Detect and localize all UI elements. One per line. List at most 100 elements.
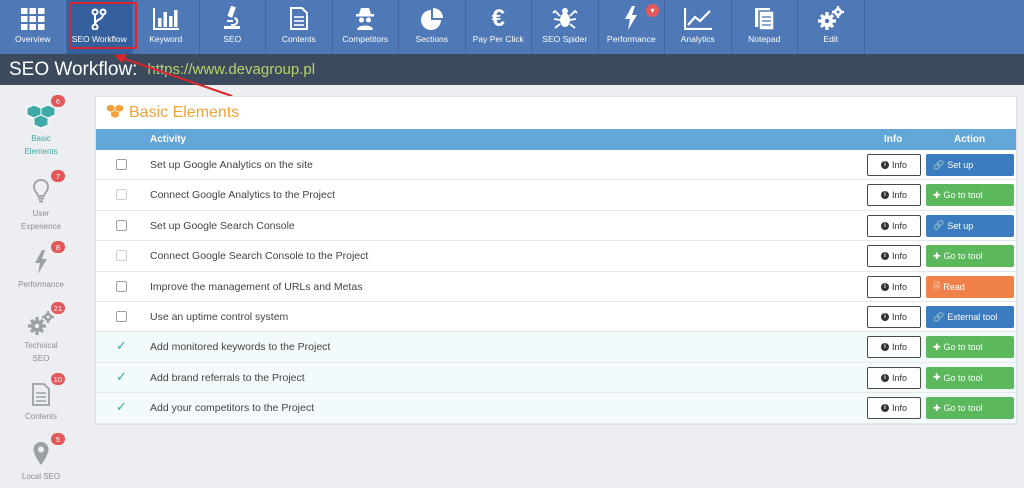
task-checkbox[interactable] bbox=[116, 311, 127, 322]
info-button[interactable]: i Info bbox=[867, 154, 921, 176]
sidebar-item-technical-seo[interactable]: 21 Technical SEO bbox=[0, 302, 82, 364]
nav-contents[interactable]: Contents bbox=[266, 0, 333, 54]
spy-icon bbox=[355, 0, 375, 32]
line-chart-icon bbox=[683, 0, 712, 32]
action-button[interactable]: ✚ Go to tool bbox=[926, 336, 1014, 359]
info-icon: i bbox=[880, 343, 889, 352]
nav-label: Competitors bbox=[342, 34, 389, 44]
link-icon: 🔗 bbox=[933, 220, 945, 231]
info-icon: i bbox=[880, 221, 889, 230]
nav-sections[interactable]: Sections bbox=[399, 0, 466, 54]
nav-label: Edit bbox=[823, 34, 839, 44]
sidebar-item-contents[interactable]: 10 Contents bbox=[0, 373, 82, 422]
action-button[interactable]: ✚ Go to tool bbox=[926, 245, 1014, 268]
action-button[interactable]: 🗎 Read bbox=[926, 275, 1014, 298]
task-checkbox[interactable] bbox=[116, 280, 127, 292]
dropdown-badge[interactable]: ▾ bbox=[646, 4, 659, 17]
notepad-icon bbox=[753, 0, 775, 32]
nav-label: SEO bbox=[223, 34, 242, 44]
info-button[interactable]: i Info bbox=[867, 397, 921, 420]
plus-circle-icon: ✚ bbox=[933, 189, 941, 200]
action-button[interactable]: ✚ Go to tool bbox=[926, 184, 1014, 207]
project-url[interactable]: https://www.devagroup.pl bbox=[147, 61, 315, 78]
cubes-icon bbox=[106, 103, 124, 124]
activity-text: Add your competitors to the Project bbox=[150, 402, 314, 415]
nav-overview[interactable]: Overview bbox=[0, 0, 67, 54]
nav-label: SEO Spider bbox=[542, 34, 588, 44]
nav-competitors[interactable]: Competitors bbox=[333, 0, 399, 54]
activity-text: Add monitored keywords to the Project bbox=[150, 341, 331, 354]
nav-label: Sections bbox=[415, 34, 449, 44]
nav-pay-per-click[interactable]: € Pay Per Click bbox=[466, 0, 532, 54]
nav-keyword[interactable]: Keyword bbox=[133, 0, 200, 54]
nav-performance[interactable]: ▾ Performance bbox=[599, 0, 665, 54]
action-button[interactable]: ✚ Go to tool bbox=[926, 397, 1014, 420]
document-icon: 10 bbox=[21, 373, 65, 409]
table-row: Set up Google Analytics on the site i Info… bbox=[96, 150, 1016, 181]
nav-analytics[interactable]: Analytics bbox=[665, 0, 732, 54]
activity-text: Connect Google Search Console to the Pro… bbox=[150, 250, 369, 263]
nav-label: Analytics bbox=[680, 34, 715, 44]
action-label: Set up bbox=[947, 220, 974, 231]
task-checkbox[interactable] bbox=[116, 159, 127, 170]
action-button[interactable]: 🔗 External tool bbox=[926, 306, 1014, 328]
info-label: Info bbox=[891, 281, 907, 292]
nav-seo[interactable]: SEO bbox=[200, 0, 266, 54]
gears-icon bbox=[817, 0, 844, 32]
action-label: Go to tool bbox=[943, 251, 983, 262]
nav-seo-spider[interactable]: SEO Spider bbox=[532, 0, 599, 54]
table-row: Connect Google Analytics to the Project i… bbox=[96, 180, 1016, 211]
task-checkbox[interactable] bbox=[116, 219, 127, 231]
info-label: Info bbox=[891, 372, 907, 383]
table-row: Set up Google Search Console i Info 🔗 Set up bbox=[96, 211, 1016, 242]
info-button[interactable]: i Info bbox=[867, 306, 921, 328]
sidebar-item-local-seo[interactable]: 5 Local SEO bbox=[0, 433, 82, 482]
plus-circle-icon: ✚ bbox=[933, 402, 941, 413]
info-label: Info bbox=[891, 403, 907, 414]
action-button[interactable]: 🔗 Set up bbox=[926, 154, 1014, 176]
nav-label: Contents bbox=[281, 34, 316, 44]
action-button[interactable]: 🔗 Set up bbox=[926, 214, 1014, 237]
nav-label: Keyword bbox=[149, 34, 183, 44]
info-button[interactable]: i Info bbox=[867, 336, 921, 359]
info-icon: i bbox=[880, 161, 889, 169]
bolt-icon: 8 bbox=[21, 241, 65, 277]
nav-seo-workflow[interactable]: SEO Workflow bbox=[66, 0, 137, 54]
info-button[interactable]: i Info bbox=[867, 245, 921, 268]
info-button[interactable]: i Info bbox=[867, 214, 921, 237]
nav-notepad[interactable]: Notepad bbox=[732, 0, 798, 54]
task-checkbox[interactable] bbox=[116, 189, 127, 201]
sidebar-label: Local SEO bbox=[21, 472, 61, 481]
map-pin-icon: 5 bbox=[21, 433, 65, 469]
basic-elements-panel: Basic Elements Activity Info Action Set … bbox=[95, 96, 1017, 425]
info-label: Info bbox=[891, 220, 907, 231]
count-badge: 10 bbox=[50, 373, 65, 385]
top-navigation: Overview SEO Workflow Keyword SEO Conten… bbox=[0, 0, 1024, 54]
checkmark-icon: ✓ bbox=[116, 368, 127, 384]
sidebar-item-basic-elements[interactable]: 6 Basic Elements bbox=[0, 95, 82, 157]
nav-edit[interactable]: Edit bbox=[798, 0, 865, 54]
activity-text: Set up Google Analytics on the site bbox=[150, 159, 313, 171]
table-row: ✓ Add monitored keywords to the Project i I… bbox=[96, 332, 1016, 363]
task-checkbox[interactable] bbox=[116, 250, 127, 262]
file-icon: 🗎 bbox=[933, 280, 941, 291]
cubes-icon: 6 bbox=[21, 95, 65, 131]
info-button[interactable]: i Info bbox=[867, 184, 921, 207]
activity-text: Improve the management of URLs and Metas bbox=[150, 280, 363, 293]
plus-circle-icon: ✚ bbox=[933, 250, 941, 261]
info-button[interactable]: i Info bbox=[867, 275, 921, 298]
activity-text: Add brand referrals to the Project bbox=[150, 371, 305, 384]
euro-icon: € bbox=[491, 5, 505, 32]
sidebar-item-user-experience[interactable]: 7 User Experience bbox=[0, 170, 82, 232]
info-icon: i bbox=[880, 404, 889, 413]
table-header: Activity Info Action bbox=[96, 129, 1016, 150]
action-button[interactable]: ✚ Go to tool bbox=[926, 366, 1014, 389]
action-label: Set up bbox=[947, 160, 974, 170]
panel-header: Basic Elements bbox=[96, 97, 1016, 129]
grid-icon bbox=[20, 0, 45, 32]
page-title-bar: SEO Workflow: https://www.devagroup.pl bbox=[0, 54, 1024, 85]
info-button[interactable]: i Info bbox=[867, 366, 921, 389]
plus-circle-icon: ✚ bbox=[933, 372, 941, 383]
sidebar-item-performance[interactable]: 8 Performance bbox=[0, 241, 82, 290]
info-label: Info bbox=[891, 312, 907, 322]
